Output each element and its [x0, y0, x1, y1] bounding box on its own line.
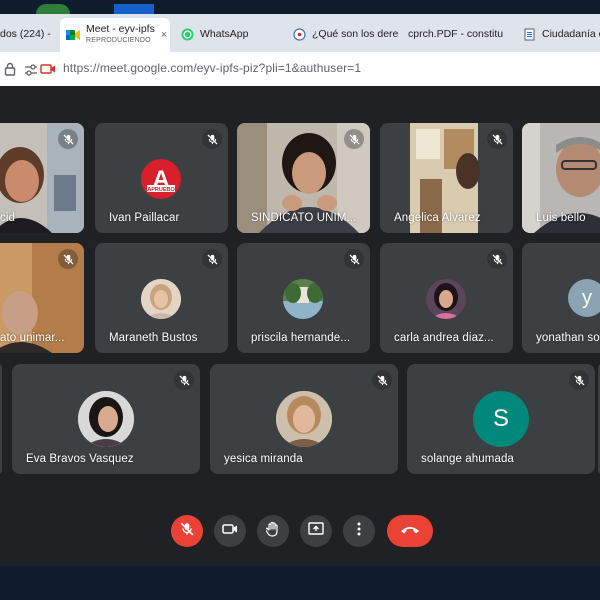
more-options-button[interactable]: [343, 515, 375, 547]
google-meet-icon: [66, 28, 80, 42]
window-frame-top: [0, 0, 600, 16]
participant-name: cid: [0, 212, 16, 224]
avatar-letter: y: [582, 286, 592, 309]
participant-tile[interactable]: y yonathan so: [522, 243, 600, 353]
participant-tile[interactable]: Maraneth Bustos: [95, 243, 228, 353]
participant-tile[interactable]: Luis bello: [522, 123, 600, 233]
browser-tab[interactable]: Ciudadanía e: [522, 20, 600, 48]
participant-avatar: [283, 279, 323, 319]
participant-name: Luis bello: [536, 212, 586, 224]
participant-name: Ivan Paillacar: [109, 212, 180, 224]
mic-off-icon: [58, 129, 78, 149]
address-bar: https://meet.google.com/eyv-ipfs-piz?pli…: [0, 52, 600, 87]
participant-name: Eva Bravos Vasquez: [26, 453, 134, 465]
mic-off-icon: [372, 370, 392, 390]
participant-name: ato unimar...: [0, 332, 65, 344]
participant-name: carla andrea diaz...: [394, 332, 494, 344]
browser-tab[interactable]: cprch.PDF - constitu: [408, 20, 508, 48]
participant-tile[interactable]: Eva Bravos Vasquez: [12, 364, 200, 474]
tab-audio-status: REPRODUCIENDO: [86, 37, 151, 44]
whatsapp-icon: [180, 27, 194, 41]
meet-video-grid: cid A APRUEBO Ivan Paillacar SINDICATO U…: [0, 86, 600, 566]
raise-hand-button[interactable]: [257, 515, 289, 547]
present-screen-button[interactable]: [300, 515, 332, 547]
browser-tab[interactable]: WhatsApp: [180, 20, 260, 48]
participant-name: yonathan so: [536, 332, 600, 344]
tab-title: Ciudadanía e: [542, 28, 600, 40]
end-call-icon: [400, 522, 420, 540]
browser-tab-active[interactable]: Meet - eyv-ipfs REPRODUCIENDO ×: [60, 18, 170, 52]
lock-icon[interactable]: [4, 62, 16, 81]
mic-off-icon: [174, 370, 194, 390]
mic-off-icon: [344, 249, 364, 269]
participant-avatar: y: [568, 279, 600, 317]
tab-title: WhatsApp: [200, 28, 249, 40]
participant-avatar: [276, 391, 332, 447]
tab-title: ¿Qué son los dere: [312, 28, 398, 40]
mic-off-icon: [487, 129, 507, 149]
participant-tile[interactable]: S solange ahumada: [407, 364, 595, 474]
avatar-letter: S: [492, 405, 509, 432]
participant-avatar: [426, 279, 466, 319]
mic-off-icon: [202, 249, 222, 269]
participant-tile[interactable]: yesica miranda: [210, 364, 398, 474]
tab-title: dos (224) -: [0, 28, 51, 40]
participant-avatar: [78, 391, 134, 447]
mic-off-icon: [344, 129, 364, 149]
participant-name: Angelica Alvarez: [394, 212, 481, 224]
taskbar-app-icon: [114, 4, 154, 14]
mic-off-icon: [58, 249, 78, 269]
participant-tile[interactable]: SINDICATO UNIM...: [237, 123, 370, 233]
camera-toggle-button[interactable]: [214, 515, 246, 547]
camera-in-use-icon[interactable]: [40, 62, 56, 80]
site-settings-icon[interactable]: [24, 63, 38, 81]
participant-tile-edge: [0, 364, 2, 474]
mic-off-icon: [180, 522, 194, 541]
site-favicon: [292, 27, 306, 41]
browser-tab[interactable]: dos (224) -: [0, 20, 52, 48]
participant-name: yesica miranda: [224, 453, 303, 465]
participant-tile[interactable]: priscila hernande...: [237, 243, 370, 353]
participant-tile[interactable]: A APRUEBO Ivan Paillacar: [95, 123, 228, 233]
document-icon: [522, 27, 536, 41]
tab-title: cprch.PDF - constitu: [408, 28, 504, 40]
browser-tab-strip: dos (224) - Meet - eyv-ipfs REPRODUCIEND…: [0, 14, 600, 52]
participant-name: SINDICATO UNIM...: [251, 212, 357, 224]
participant-avatar: [141, 279, 181, 319]
participant-tile[interactable]: ato unimar...: [0, 243, 84, 353]
browser-tab[interactable]: ¿Qué son los dere: [292, 20, 398, 48]
camera-icon: [222, 522, 238, 540]
more-vert-icon: [357, 522, 361, 541]
svg-text:APRUEBO: APRUEBO: [147, 187, 175, 193]
participant-avatar: S: [473, 391, 529, 447]
participant-tile[interactable]: cid: [0, 123, 84, 233]
participant-tile[interactable]: Angelica Alvarez: [380, 123, 513, 233]
mic-off-icon: [202, 129, 222, 149]
url-text[interactable]: https://meet.google.com/eyv-ipfs-piz?pli…: [63, 61, 361, 75]
mic-toggle-button[interactable]: [171, 515, 203, 547]
tab-title: Meet - eyv-ipfs: [86, 23, 155, 35]
mic-off-icon: [487, 249, 507, 269]
windows-taskbar: [0, 566, 600, 600]
mic-off-icon: [569, 370, 589, 390]
participant-name: Maraneth Bustos: [109, 332, 198, 344]
raise-hand-icon: [264, 521, 280, 542]
participant-avatar: A APRUEBO: [141, 159, 181, 199]
present-icon: [308, 521, 324, 541]
participant-name: solange ahumada: [421, 453, 514, 465]
tab-close-button[interactable]: ×: [161, 29, 167, 41]
participant-name: priscila hernande...: [251, 332, 351, 344]
leave-call-button[interactable]: [387, 515, 433, 547]
participant-tile[interactable]: carla andrea diaz...: [380, 243, 513, 353]
